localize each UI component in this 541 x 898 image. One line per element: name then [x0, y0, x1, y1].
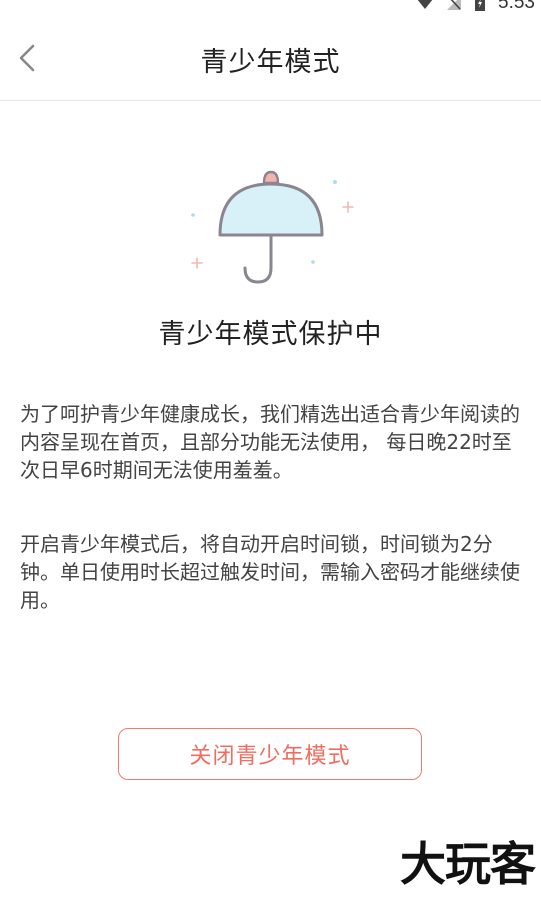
signal-icon [447, 0, 462, 10]
close-teen-mode-button[interactable]: 关闭青少年模式 [118, 728, 422, 780]
page-title: 青少年模式 [200, 47, 341, 78]
watermark-logo: 大玩客 [400, 837, 536, 891]
sparkle-dot [333, 180, 337, 184]
description-paragraph-2: 开启青少年模式后，将自动开启时间锁，时间锁为2分钟。单日使用时长超过触发时间，需… [20, 532, 520, 612]
status-icons: 5:53 [416, 0, 535, 14]
status-bar: 5:53 [0, 0, 541, 18]
protection-heading: 青少年模式保护中 [158, 319, 383, 350]
battery-icon [475, 0, 486, 11]
nav-bar: 青少年模式 [0, 18, 541, 101]
status-time: 5:53 [498, 0, 535, 13]
sparkle-dot [191, 213, 195, 217]
description-paragraph-1: 为了呵护青少年健康成长，我们精选出适合青少年阅读的内容呈现在首页，且部分功能无法… [20, 402, 520, 482]
umbrella-illustration [191, 170, 354, 284]
sparkle-dot [311, 260, 315, 264]
wifi-icon [417, 0, 433, 9]
umbrella-icon [218, 170, 324, 284]
